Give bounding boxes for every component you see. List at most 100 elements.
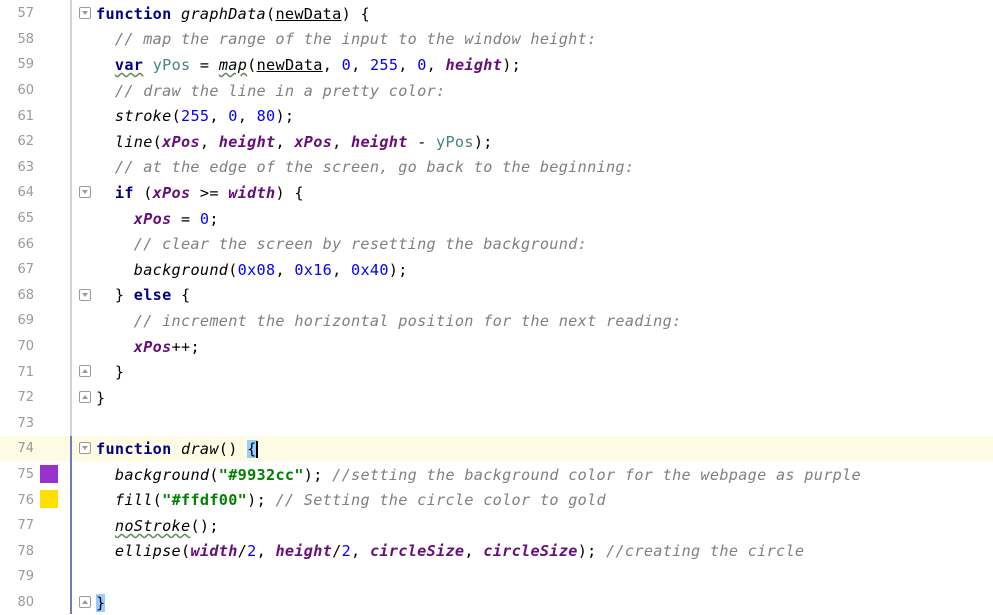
code-text[interactable]: xPos++; (96, 338, 200, 356)
fold-collapse-icon[interactable] (79, 186, 91, 199)
code-line[interactable]: 76 fill("#ffdf00"); // Setting the circl… (0, 487, 993, 513)
code-text[interactable]: } (96, 389, 105, 407)
code-text[interactable]: // draw the line in a pretty color: (96, 82, 445, 100)
code-token: xPos (133, 209, 172, 228)
code-token: circleSize (369, 542, 465, 561)
code-token: 0 (199, 209, 210, 228)
code-token: // map the range of the input to the win… (96, 30, 597, 49)
code-line[interactable]: 74 function draw() { (0, 436, 993, 462)
code-token: } (96, 363, 125, 382)
code-line[interactable]: 66 // clear the screen by resetting the … (0, 231, 993, 257)
code-text[interactable]: if (xPos >= width) { (96, 184, 304, 202)
code-token: () (218, 439, 248, 458)
code-token: ellipse (114, 542, 181, 561)
code-line[interactable]: 68 } else { (0, 283, 993, 309)
code-text[interactable]: function draw() { (96, 439, 258, 458)
code-token: , (464, 542, 484, 561)
code-text[interactable]: line(xPos, height, xPos, height - yPos); (96, 133, 493, 151)
code-line[interactable]: 65 xPos = 0; (0, 206, 993, 232)
code-text[interactable]: // at the edge of the screen, go back to… (96, 158, 634, 176)
code-text[interactable]: // clear the screen by resetting the bac… (96, 235, 587, 253)
code-text[interactable]: } (96, 363, 124, 381)
color-swatch-icon[interactable] (40, 464, 58, 483)
code-token: , (199, 132, 219, 151)
code-token: newData (275, 4, 342, 23)
line-number: 76 (17, 492, 34, 508)
code-line[interactable]: 73 (0, 411, 993, 437)
line-number: 61 (17, 108, 34, 124)
code-token: (); (190, 516, 219, 535)
color-swatch-icon[interactable] (40, 490, 58, 509)
code-text[interactable]: function graphData(newData) { (96, 5, 370, 23)
code-token: ) { (275, 183, 304, 202)
code-token: height (218, 132, 276, 151)
code-token: ); (502, 55, 522, 74)
code-token: 0 (228, 107, 238, 126)
code-line[interactable]: 61 stroke(255, 0, 80); (0, 103, 993, 129)
code-text[interactable]: var yPos = map(newData, 0, 255, 0, heigh… (96, 56, 521, 74)
code-token: ); (473, 132, 493, 151)
fold-end-icon[interactable] (79, 595, 91, 608)
code-token: stroke (114, 107, 172, 126)
code-text[interactable]: ellipse(width/2, height/2, circleSize, c… (96, 542, 804, 560)
fold-collapse-icon[interactable] (79, 288, 91, 301)
code-line[interactable]: 64 if (xPos >= width) { (0, 180, 993, 206)
code-token: map (218, 55, 248, 74)
code-text[interactable]: // map the range of the input to the win… (96, 30, 597, 48)
code-line[interactable]: 71 } (0, 359, 993, 385)
code-line[interactable]: 58 // map the range of the input to the … (0, 27, 993, 53)
code-text[interactable]: background("#9932cc"); //setting the bac… (96, 466, 861, 484)
code-line[interactable]: 79 (0, 564, 993, 590)
code-line[interactable]: 72} (0, 385, 993, 411)
code-token: height (445, 55, 503, 74)
code-token: circleSize (483, 542, 578, 561)
line-number: 70 (17, 339, 34, 355)
code-text[interactable]: stroke(255, 0, 80); (96, 107, 294, 125)
code-token: , (256, 542, 276, 561)
fold-collapse-icon[interactable] (79, 7, 91, 19)
code-text[interactable]: background(0x08, 0x16, 0x40); (96, 261, 408, 279)
code-text[interactable]: } else { (96, 286, 190, 304)
code-line[interactable]: 78 ellipse(width/2, height/2, circleSize… (0, 539, 993, 565)
line-number: 71 (17, 364, 34, 380)
code-line[interactable]: 70 xPos++; (0, 334, 993, 360)
code-line[interactable]: 63 // at the edge of the screen, go back… (0, 155, 993, 181)
code-line[interactable]: 80} (0, 590, 993, 615)
code-line[interactable]: 77 noStroke(); (0, 513, 993, 539)
code-token: xPos (294, 132, 333, 151)
code-token: , (237, 107, 257, 126)
code-line[interactable]: 57 function graphData(newData) { (0, 1, 993, 27)
code-text[interactable]: noStroke(); (96, 517, 219, 535)
code-line[interactable]: 75 background("#9932cc"); //setting the … (0, 462, 993, 488)
code-token: xPos (152, 183, 191, 202)
line-number: 73 (17, 415, 34, 431)
code-line[interactable]: 60 // draw the line in a pretty color: (0, 78, 993, 104)
fold-end-icon[interactable] (79, 365, 91, 378)
code-token: //setting the background color for the w… (332, 465, 861, 484)
code-token: / (237, 542, 248, 561)
code-token: newData (256, 55, 323, 74)
line-number: 63 (17, 159, 34, 175)
code-token: 2 (341, 542, 352, 561)
code-line[interactable]: 67 background(0x08, 0x16, 0x40); (0, 257, 993, 283)
fold-end-icon[interactable] (79, 391, 91, 403)
code-text[interactable]: } (96, 593, 106, 612)
code-line[interactable]: 59 var yPos = map(newData, 0, 255, 0, he… (0, 52, 993, 78)
fold-collapse-icon[interactable] (79, 442, 91, 455)
code-line[interactable]: 62 line(xPos, height, xPos, height - yPo… (0, 129, 993, 155)
code-token: 0x08 (237, 260, 276, 279)
code-token: , (332, 132, 352, 151)
code-text[interactable]: fill("#ffdf00"); // Setting the circle c… (96, 491, 606, 509)
code-token: = (171, 209, 200, 228)
code-editor[interactable]: 57 function graphData(newData) {58 // map… (0, 0, 993, 614)
code-token: ( (228, 260, 238, 279)
code-token: xPos (162, 132, 200, 151)
code-line[interactable]: 69 // increment the horizontal position … (0, 308, 993, 334)
code-token: } (96, 286, 134, 305)
code-token: background (114, 465, 210, 484)
line-number: 78 (17, 543, 34, 559)
code-text[interactable]: xPos = 0; (96, 210, 219, 228)
code-text[interactable]: // increment the horizontal position for… (96, 312, 682, 330)
